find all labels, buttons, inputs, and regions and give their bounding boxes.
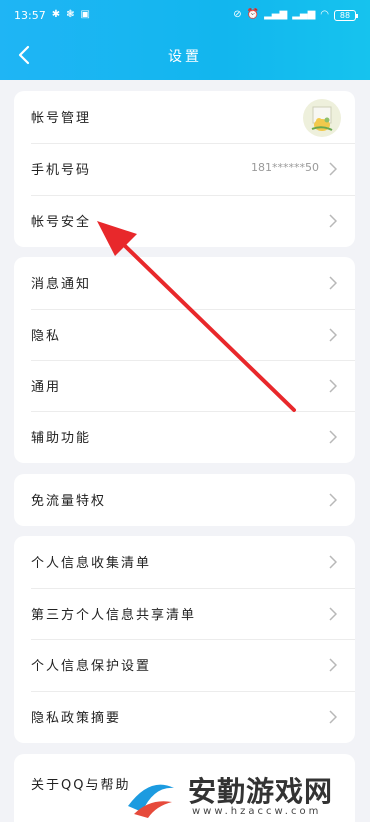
watermark-brand: 安勤游戏网 bbox=[188, 775, 334, 808]
wifi-icon: ◠ bbox=[320, 9, 329, 20]
alarm-icon: ⏰ bbox=[246, 9, 260, 20]
row-phone-number[interactable]: 手机号码 181******50 bbox=[14, 143, 355, 195]
row-accessibility[interactable]: 辅助功能 bbox=[14, 411, 355, 463]
row-label: 辅助功能 bbox=[31, 431, 92, 446]
row-label: 手机号码 bbox=[31, 163, 92, 178]
account-group: 帐号管理 手机号码 181******50 帐号安全 bbox=[14, 91, 355, 247]
signal-icon: ▂▄▆ bbox=[264, 9, 288, 20]
row-label: 通用 bbox=[31, 380, 62, 395]
row-general[interactable]: 通用 bbox=[14, 360, 355, 412]
row-label: 关于QQ与帮助 bbox=[31, 778, 131, 793]
row-free-data-privilege[interactable]: 免流量特权 bbox=[14, 474, 355, 526]
chevron-right-icon bbox=[329, 162, 337, 176]
page-title: 设置 bbox=[168, 49, 202, 65]
row-account-management[interactable]: 帐号管理 bbox=[14, 91, 355, 143]
row-label: 个人信息保护设置 bbox=[31, 659, 152, 674]
status-time: 13:57 bbox=[14, 8, 46, 22]
notification-icon: ✱ bbox=[51, 9, 61, 20]
status-bar: 13:57 ✱ ❃ ▣ ⊘ ⏰ ▂▄▆ ▂▄▆ ◠ 88 bbox=[14, 6, 358, 24]
phone-number-value: 181******50 bbox=[251, 161, 319, 174]
chevron-right-icon bbox=[329, 555, 337, 569]
app-notification-icon: ▣ bbox=[80, 9, 90, 20]
chevron-right-icon bbox=[329, 493, 337, 507]
signal-icon-2: ▂▄▆ bbox=[292, 9, 316, 20]
mute-icon: ⊘ bbox=[233, 9, 242, 20]
watermark-logo-icon bbox=[126, 774, 174, 822]
row-personal-info-protection[interactable]: 个人信息保护设置 bbox=[14, 639, 355, 691]
general-settings-group: 消息通知 隐私 通用 辅助功能 bbox=[14, 257, 355, 463]
row-personal-info-collection[interactable]: 个人信息收集清单 bbox=[14, 536, 355, 588]
row-label: 帐号安全 bbox=[31, 215, 92, 230]
data-privilege-group: 免流量特权 bbox=[14, 474, 355, 526]
row-third-party-sharing[interactable]: 第三方个人信息共享清单 bbox=[14, 588, 355, 640]
chevron-right-icon bbox=[329, 607, 337, 621]
watermark-url: www.hzaccw.com bbox=[192, 806, 322, 817]
row-label: 第三方个人信息共享清单 bbox=[31, 608, 197, 623]
settings-notification-icon: ❃ bbox=[66, 9, 75, 20]
row-label: 帐号管理 bbox=[31, 111, 92, 126]
row-message-notifications[interactable]: 消息通知 bbox=[14, 257, 355, 309]
row-label: 消息通知 bbox=[31, 277, 92, 292]
row-account-security[interactable]: 帐号安全 bbox=[14, 195, 355, 247]
battery-icon: 88 bbox=[334, 9, 358, 21]
chevron-right-icon bbox=[329, 379, 337, 393]
chevron-right-icon bbox=[329, 658, 337, 672]
row-privacy[interactable]: 隐私 bbox=[14, 309, 355, 361]
chevron-right-icon bbox=[329, 430, 337, 444]
avatar[interactable] bbox=[303, 99, 341, 137]
row-privacy-policy-summary[interactable]: 隐私政策摘要 bbox=[14, 691, 355, 743]
row-label: 免流量特权 bbox=[31, 494, 107, 509]
row-label: 个人信息收集清单 bbox=[31, 556, 152, 571]
personal-info-group: 个人信息收集清单 第三方个人信息共享清单 个人信息保护设置 隐私政策摘要 bbox=[14, 536, 355, 743]
row-label: 隐私 bbox=[31, 329, 62, 344]
chevron-right-icon bbox=[329, 214, 337, 228]
header-bar: 13:57 ✱ ❃ ▣ ⊘ ⏰ ▂▄▆ ▂▄▆ ◠ 88 设置 bbox=[0, 0, 370, 80]
chevron-right-icon bbox=[329, 328, 337, 342]
row-label: 隐私政策摘要 bbox=[31, 711, 122, 726]
chevron-right-icon bbox=[329, 710, 337, 724]
watermark: 安勤游戏网 www.hzaccw.com bbox=[120, 768, 370, 822]
chevron-right-icon bbox=[329, 276, 337, 290]
